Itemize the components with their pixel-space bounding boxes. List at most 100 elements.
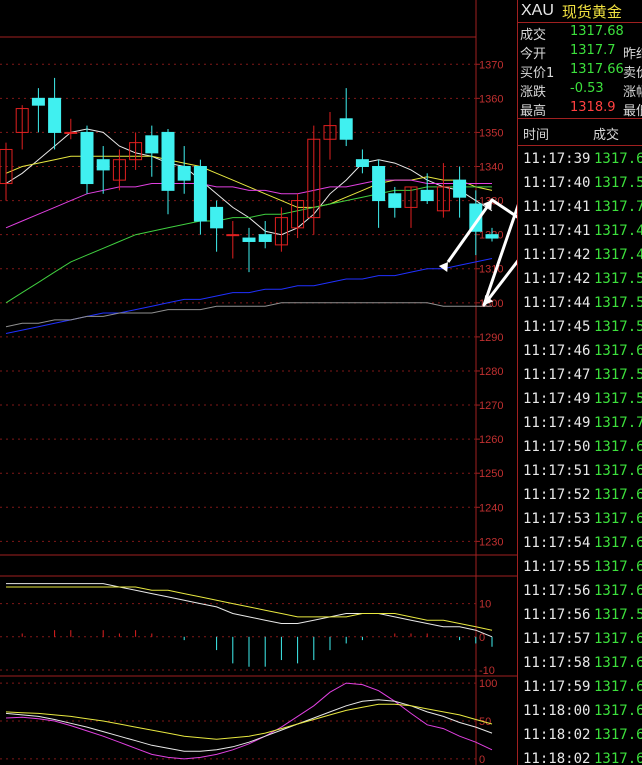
tick-row[interactable]: 11:18:00 1317.6 <box>518 702 642 726</box>
macd-line <box>6 586 493 631</box>
tick-row[interactable]: 11:17:45 1317.5 <box>518 318 642 342</box>
quote-row-high: 最高 1318.9 最低 <box>518 99 642 119</box>
tick-time: 11:17:58 <box>523 655 591 671</box>
tick-price: 1317.5 <box>594 319 642 335</box>
tick-time: 11:17:54 <box>523 535 591 551</box>
quote-row-change: 涨跌 -0.53 涨幅 <box>518 80 642 100</box>
tick-price: 1317.6 <box>594 487 642 503</box>
quote-label: 涨跌 <box>520 85 547 100</box>
tick-row[interactable]: 11:17:57 1317.6 <box>518 630 642 654</box>
tick-row[interactable]: 11:17:58 1317.6 <box>518 654 642 678</box>
quote-label-right: 昨结 <box>623 47 642 62</box>
tick-time: 11:17:55 <box>523 559 591 575</box>
tick-row[interactable]: 11:17:52 1317.6 <box>518 486 642 510</box>
tick-time: 11:17:46 <box>523 343 591 359</box>
tick-row[interactable]: 11:17:54 1317.6 <box>518 534 642 558</box>
candle-body <box>48 97 62 133</box>
tick-row[interactable]: 11:18:02 1317.6 <box>518 750 642 765</box>
tick-time: 11:17:41 <box>523 199 591 215</box>
candle <box>323 111 337 160</box>
y-tick-label: 1370 <box>479 59 503 71</box>
y-tick-label: 1260 <box>479 434 503 446</box>
tick-row[interactable]: 11:17:53 1317.6 <box>518 510 642 534</box>
tick-row[interactable]: 11:17:42 1317.5 <box>518 270 642 294</box>
tick-row[interactable]: 11:17:51 1317.6 <box>518 462 642 486</box>
tick-row[interactable]: 11:17:41 1317.7 <box>518 198 642 222</box>
y-tick-label: 1250 <box>479 468 503 480</box>
tick-row[interactable]: 11:18:02 1317.6 <box>518 726 642 750</box>
tick-price: 1317.6 <box>594 679 642 695</box>
tick-price: 1317.6 <box>594 343 642 359</box>
tick-time: 11:17:42 <box>523 247 591 263</box>
tick-price: 1317.6 <box>594 535 642 551</box>
ticks-header-price: 成交 <box>593 128 620 143</box>
candle <box>355 149 369 174</box>
candle <box>372 159 386 228</box>
tick-row[interactable]: 11:17:42 1317.4 <box>518 246 642 270</box>
tick-row[interactable]: 11:17:47 1317.5 <box>518 366 642 390</box>
tick-row[interactable]: 11:17:56 1317.5 <box>518 606 642 630</box>
quote-value: 1318.9 <box>570 100 616 115</box>
tick-price: 1317.5 <box>594 295 642 311</box>
quote-label-right: 最低 <box>623 104 642 119</box>
tick-row[interactable]: 11:17:44 1317.5 <box>518 294 642 318</box>
tick-row[interactable]: 11:17:55 1317.6 <box>518 558 642 582</box>
quote-value: 1317.66 <box>570 62 624 77</box>
tick-row[interactable]: 11:17:56 1317.6 <box>518 582 642 606</box>
tick-row[interactable]: 11:17:59 1317.6 <box>518 678 642 702</box>
tick-time: 11:17:57 <box>523 631 591 647</box>
symbol-name: 现货黄金 <box>561 2 622 21</box>
y-tick-label: 1280 <box>479 366 503 378</box>
tick-time: 11:17:49 <box>523 391 591 407</box>
quote-row-open: 今开 1317.7 昨结 <box>518 42 642 62</box>
y-tick-label: 1360 <box>479 93 503 105</box>
tick-row[interactable]: 11:17:49 1317.5 <box>518 390 642 414</box>
quote-label: 成交 <box>520 28 547 43</box>
tick-price: 1317.5 <box>594 607 642 623</box>
ticks-list[interactable]: 11:17:39 1317.6 11:17:40 1317.5 11:17:41 1317… <box>518 150 642 765</box>
tick-price: 1317.7 <box>594 415 642 431</box>
tick-time: 11:17:50 <box>523 439 591 455</box>
ticks-header: 时间 成交 <box>518 118 642 146</box>
tick-row[interactable]: 11:17:41 1317.4 <box>518 222 642 246</box>
quote-panel: XAU 现货黄金 成交 1317.68 今开 1317.7 昨结 买价1 131… <box>517 0 642 765</box>
tick-row[interactable]: 11:17:49 1317.7 <box>518 414 642 438</box>
candle <box>226 221 240 259</box>
candle-body <box>210 206 224 229</box>
tick-time: 11:17:45 <box>523 319 591 335</box>
tick-time: 11:17:53 <box>523 511 591 527</box>
tick-price: 1317.4 <box>594 223 642 239</box>
macd-line <box>6 583 493 638</box>
tick-price: 1317.5 <box>594 391 642 407</box>
kline-chart-area[interactable]: 1370136013501340133013201310130012901280… <box>0 0 517 765</box>
tick-time: 11:17:39 <box>523 151 591 167</box>
candle-body <box>388 193 402 208</box>
tick-time: 11:17:41 <box>523 223 591 239</box>
candle <box>210 200 224 252</box>
candle <box>15 105 29 150</box>
candle <box>145 125 159 177</box>
candle <box>436 163 450 218</box>
y-tick-label: -10 <box>479 665 495 677</box>
candle-body <box>485 234 499 239</box>
tick-row[interactable]: 11:17:39 1317.6 <box>518 150 642 174</box>
candle-body <box>145 135 159 154</box>
y-tick-label: 1340 <box>479 162 503 174</box>
tick-row[interactable]: 11:17:46 1317.6 <box>518 342 642 366</box>
y-tick-label: 0 <box>479 754 485 765</box>
y-tick-label: 100 <box>479 678 497 690</box>
y-tick-label: 1230 <box>479 536 503 548</box>
tick-time: 11:17:49 <box>523 415 591 431</box>
quote-label: 最高 <box>520 104 547 119</box>
candle-body <box>177 166 191 181</box>
tick-time: 11:17:56 <box>523 583 591 599</box>
quote-value: -0.53 <box>570 81 604 96</box>
tick-price: 1317.6 <box>594 559 642 575</box>
candle <box>48 77 62 150</box>
tick-row[interactable]: 11:17:50 1317.6 <box>518 438 642 462</box>
candle-body <box>226 234 240 237</box>
candle-body <box>193 166 207 222</box>
kdj-line <box>5 703 493 740</box>
quote-value: 1317.68 <box>570 24 624 39</box>
tick-row[interactable]: 11:17:40 1317.5 <box>518 174 642 198</box>
